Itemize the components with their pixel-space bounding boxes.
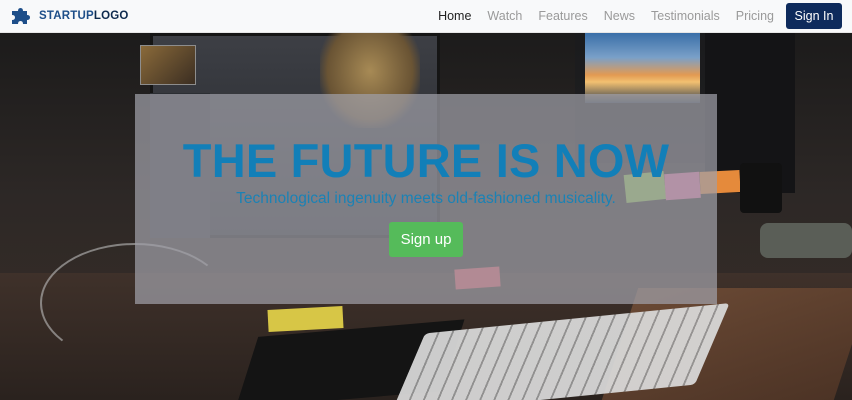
sign-up-button[interactable]: Sign up	[389, 222, 463, 257]
brand-name: STARTUPLOGO	[39, 10, 129, 22]
nav-link-features[interactable]: Features	[530, 9, 595, 23]
brand-name-part2: LOGO	[93, 10, 129, 22]
puzzle-piece-icon	[12, 8, 30, 24]
brand-logo[interactable]: STARTUPLOGO	[10, 8, 129, 24]
nav-link-home[interactable]: Home	[438, 9, 479, 23]
hero-overlay-panel: THE FUTURE IS NOW Technological ingenuit…	[135, 94, 717, 304]
hero-tagline: Technological ingenuity meets old-fashio…	[236, 190, 616, 207]
brand-name-part1: STARTUP	[39, 10, 94, 22]
top-navbar: STARTUPLOGO Home Watch Features News Tes…	[0, 0, 852, 33]
hero-headline: THE FUTURE IS NOW	[182, 134, 670, 187]
nav-link-pricing[interactable]: Pricing	[728, 9, 782, 23]
background-cloth	[760, 223, 852, 258]
nav-link-news[interactable]: News	[596, 9, 643, 23]
nav-link-watch[interactable]: Watch	[479, 9, 530, 23]
background-photo-frame	[140, 45, 196, 85]
sign-in-button[interactable]: Sign In	[786, 3, 842, 29]
nav-links: Home Watch Features News Testimonials Pr…	[438, 3, 842, 29]
background-mug	[740, 163, 782, 213]
background-sticky-note	[267, 306, 344, 332]
nav-link-testimonials[interactable]: Testimonials	[643, 9, 728, 23]
background-sunset-wallpaper	[585, 33, 700, 103]
